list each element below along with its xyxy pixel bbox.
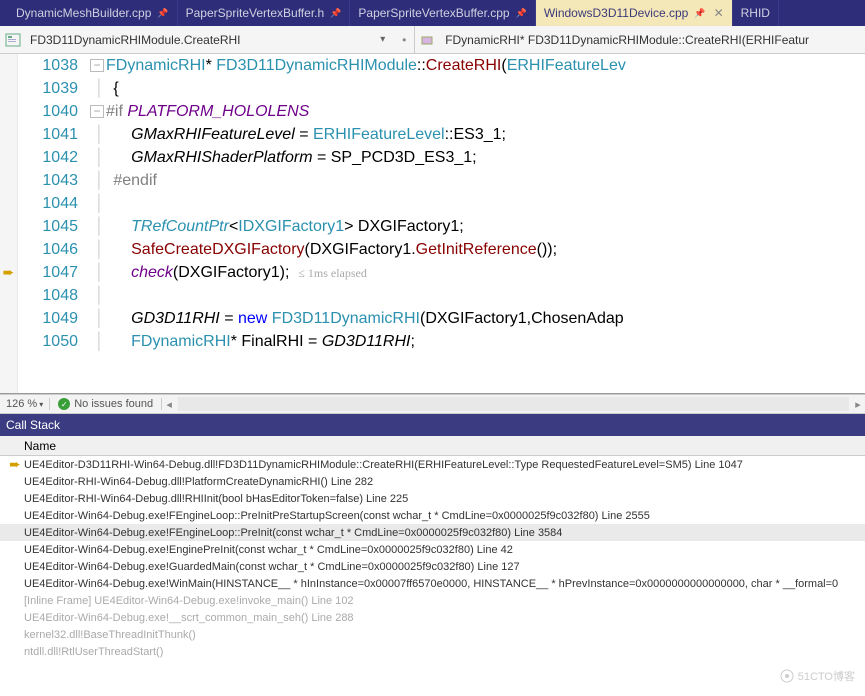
pin-icon: 📌 xyxy=(157,8,168,19)
stack-frame[interactable]: UE4Editor-Win64-Debug.exe!WinMain(HINSTA… xyxy=(0,575,865,592)
editor-status-bar: 126 %▾ ✓No issues found ◂ ▸ xyxy=(0,394,865,414)
gutter-indicators: ➨ xyxy=(0,54,18,393)
scroll-right-icon[interactable]: ▸ xyxy=(851,398,865,411)
line-numbers: 1038103910401041104210431044104510461047… xyxy=(18,54,90,393)
scope-text[interactable]: FD3D11DynamicRHIModule.CreateRHI xyxy=(26,33,245,47)
fold-icon[interactable]: − xyxy=(90,59,104,72)
tab-paperspritevertexbuffer-h[interactable]: PaperSpriteVertexBuffer.h📌 xyxy=(178,0,351,26)
fold-icon[interactable]: − xyxy=(90,105,104,118)
nav-separator: • xyxy=(394,33,414,47)
stack-frame[interactable]: UE4Editor-RHI-Win64-Debug.dll!PlatformCr… xyxy=(0,473,865,490)
issues-indicator[interactable]: ✓No issues found xyxy=(50,398,162,410)
stack-frame[interactable]: UE4Editor-Win64-Debug.exe!FEngineLoop::P… xyxy=(0,507,865,524)
tab-dynamicmeshbuilder-cpp[interactable]: DynamicMeshBuilder.cpp📌 xyxy=(8,0,178,26)
horizontal-scrollbar[interactable] xyxy=(178,397,849,411)
pin-icon: 📌 xyxy=(694,8,705,19)
stack-frame[interactable]: UE4Editor-RHI-Win64-Debug.dll!RHIInit(bo… xyxy=(0,490,865,507)
tab-rhid[interactable]: RHID xyxy=(733,0,779,26)
tab-bar: DynamicMeshBuilder.cpp📌PaperSpriteVertex… xyxy=(0,0,865,26)
call-stack-list[interactable]: ➨UE4Editor-D3D11RHI-Win64-Debug.dll!FD3D… xyxy=(0,456,865,696)
pin-icon: 📌 xyxy=(516,8,527,19)
stack-frame[interactable]: [Inline Frame] UE4Editor-Win64-Debug.exe… xyxy=(0,592,865,609)
stack-frame[interactable]: ntdll.dll!RtlUserThreadStart() xyxy=(0,643,865,660)
member-icon[interactable] xyxy=(419,31,437,49)
stack-frame[interactable]: UE4Editor-Win64-Debug.exe!EnginePreInit(… xyxy=(0,541,865,558)
close-icon[interactable]: ✕ xyxy=(714,6,724,20)
scope-dropdown[interactable]: ▾ xyxy=(380,34,394,45)
navigation-bar: FD3D11DynamicRHIModule.CreateRHI ▾ • FDy… xyxy=(0,26,865,54)
stack-frame[interactable]: UE4Editor-Win64-Debug.exe!__scrt_common_… xyxy=(0,609,865,626)
stack-frame[interactable]: UE4Editor-Win64-Debug.exe!GuardedMain(co… xyxy=(0,558,865,575)
stack-frame[interactable]: UE4Editor-Win64-Debug.exe!FEngineLoop::P… xyxy=(0,524,865,541)
zoom-level[interactable]: 126 %▾ xyxy=(0,398,50,410)
current-line-arrow-icon: ➨ xyxy=(3,264,15,281)
code-editor[interactable]: ➨ 10381039104010411042104310441045104610… xyxy=(0,54,865,394)
check-icon: ✓ xyxy=(58,398,70,410)
member-text[interactable]: FDynamicRHI* FD3D11DynamicRHIModule::Cre… xyxy=(441,33,813,47)
scroll-left-icon[interactable]: ◂ xyxy=(162,398,176,411)
call-stack-header[interactable]: Call Stack xyxy=(0,414,865,436)
watermark: 51CTO博客 xyxy=(780,668,855,684)
tab-paperspritevertexbuffer-cpp[interactable]: PaperSpriteVertexBuffer.cpp📌 xyxy=(350,0,535,26)
stack-frame[interactable]: kernel32.dll!BaseThreadInitThunk() xyxy=(0,626,865,643)
scope-icon[interactable] xyxy=(4,31,22,49)
call-stack-column-header[interactable]: Name xyxy=(0,436,865,456)
code-area[interactable]: −FDynamicRHI* FD3D11DynamicRHIModule::Cr… xyxy=(90,54,865,393)
stack-frame[interactable]: ➨UE4Editor-D3D11RHI-Win64-Debug.dll!FD3D… xyxy=(0,456,865,473)
tab-windowsd3d11device-cpp[interactable]: WindowsD3D11Device.cpp📌✕ xyxy=(536,0,733,26)
pin-icon: 📌 xyxy=(330,8,341,19)
current-frame-arrow-icon: ➨ xyxy=(9,456,21,473)
